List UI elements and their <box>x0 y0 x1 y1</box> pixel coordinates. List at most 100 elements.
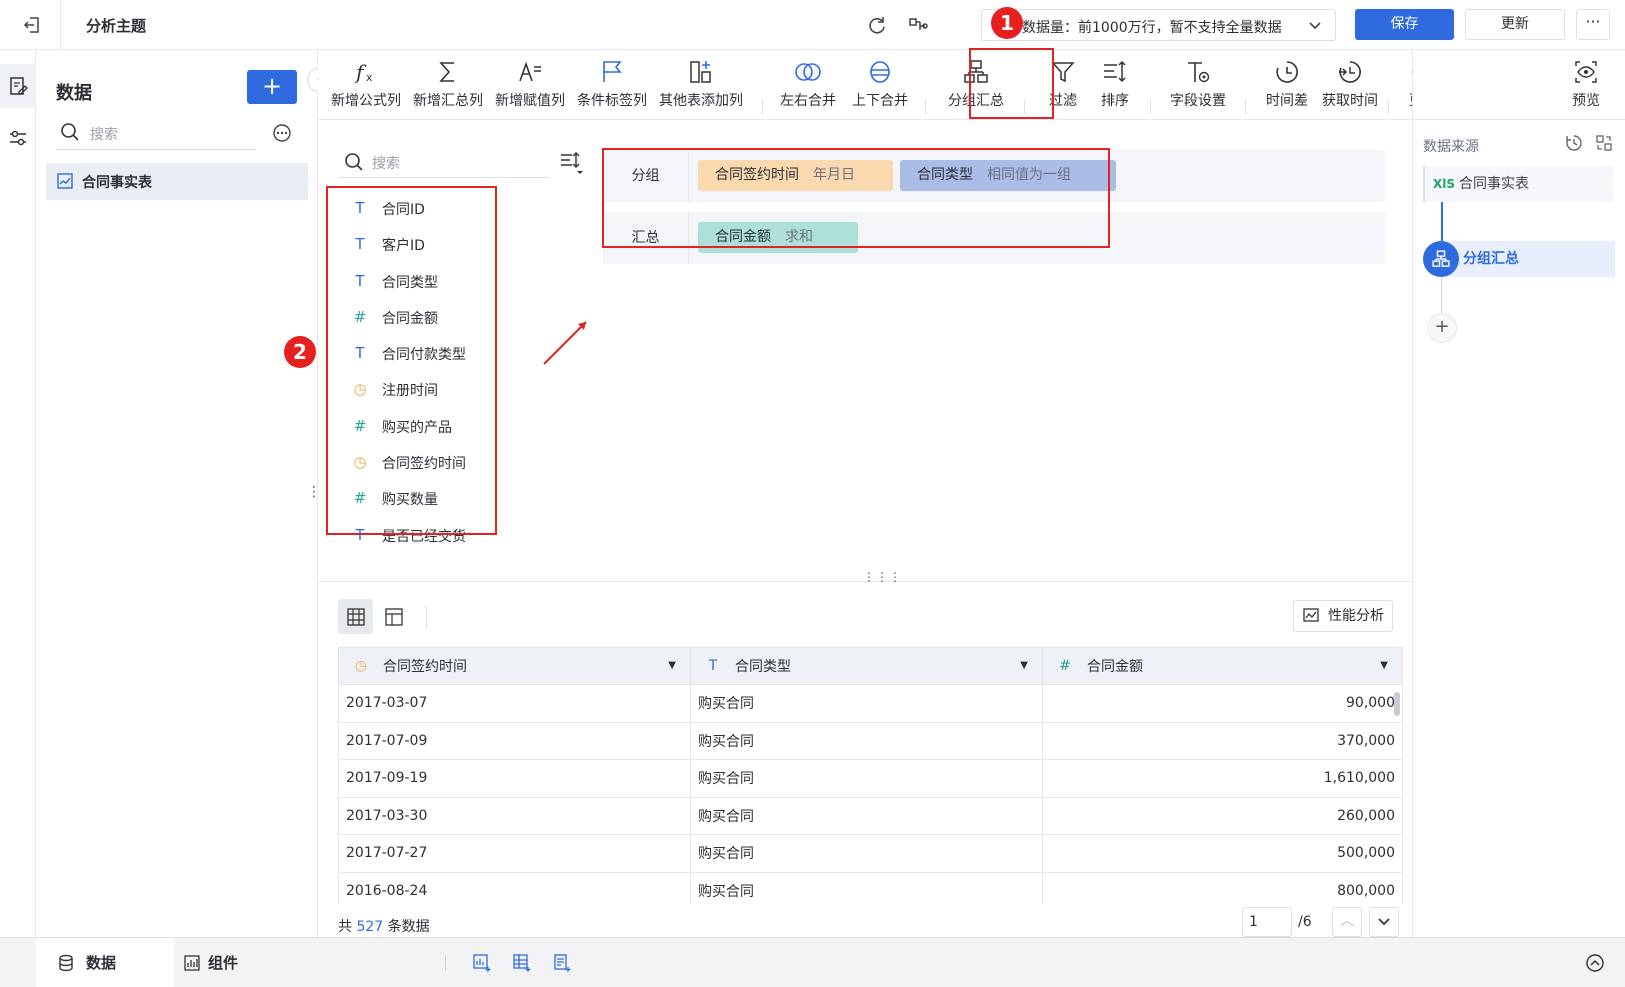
data-volume-select[interactable]: 数据量：前1000万行，暂不支持全量数据 <box>981 9 1336 41</box>
toolbar-label: 上下合并 <box>852 93 908 109</box>
toolbar-add-formula-column[interactable]: fx 新增公式列 <box>326 58 406 116</box>
step-group-summary-node[interactable]: 分组汇总 <box>1423 241 1615 277</box>
chart-icon <box>184 955 200 971</box>
toolbar-merge-up-down[interactable]: 上下合并 <box>845 58 915 116</box>
toolbar-condition-label-column[interactable]: 条件标签列 <box>572 58 652 116</box>
toolbar-sort[interactable]: 排序 <box>1087 58 1143 116</box>
tab-data[interactable]: 数据 <box>36 938 174 987</box>
cell: 260,000 <box>1042 796 1403 835</box>
toolbar-divider <box>1150 100 1151 114</box>
divider <box>60 0 61 50</box>
add-text-icon[interactable] <box>552 953 572 973</box>
field-search-input[interactable]: 搜索 <box>338 148 550 178</box>
step-connector <box>1441 277 1442 315</box>
step-source-label: 合同事实表 <box>1459 176 1529 192</box>
cell: 购买合同 <box>690 759 1043 798</box>
more-circle-icon[interactable] <box>272 123 292 143</box>
grid-header-row: ◷ 合同签约时间 ▼ T 合同类型 ▼ # 合同金额 ▼ <box>338 647 1403 685</box>
table-row: 2017-03-07 购买合同 90,000 <box>338 684 1403 723</box>
divider <box>445 955 446 971</box>
collapse-up-icon[interactable] <box>1585 953 1605 973</box>
page-up-button[interactable]: ︿ <box>1332 907 1362 937</box>
table-chart-icon <box>57 173 73 189</box>
table-row: 2017-09-19 购买合同 1,610,000 <box>338 759 1403 798</box>
flag-icon <box>603 61 622 82</box>
toolbar-divider <box>1388 100 1389 114</box>
settings-sliders-icon[interactable] <box>7 127 29 149</box>
chevron-up-icon: ︿ <box>1340 913 1354 929</box>
caret-down-icon[interactable]: ▼ <box>1020 660 1028 671</box>
grid-view-toggle[interactable] <box>338 599 373 634</box>
merge-lr-icon <box>795 63 821 81</box>
refresh-icon[interactable] <box>866 14 888 36</box>
save-button[interactable]: 保存 <box>1355 9 1454 40</box>
annotation-arrow <box>543 321 587 365</box>
cell: 2017-09-19 <box>338 759 691 798</box>
data-search-input[interactable]: 搜索 <box>56 118 256 150</box>
column-header[interactable]: # 合同金额 ▼ <box>1042 647 1403 685</box>
cell: 购买合同 <box>690 796 1043 835</box>
toolbar-label: 新增汇总列 <box>413 93 483 109</box>
tab-component[interactable]: 组件 <box>184 938 304 987</box>
caret-down-icon[interactable]: ▼ <box>1380 660 1388 671</box>
performance-analysis-button[interactable]: 性能分析 <box>1293 600 1393 632</box>
toolbar-add-column-from-table[interactable]: 其他表添加列 <box>654 58 748 116</box>
cell: 500,000 <box>1042 834 1403 873</box>
layout-switch-icon[interactable] <box>1595 134 1613 152</box>
add-table-icon[interactable] <box>512 953 532 973</box>
toolbar-add-assign-column[interactable]: 新增赋值列 <box>490 58 570 116</box>
more-menu-button[interactable]: ··· <box>1576 9 1610 40</box>
grid-icon <box>347 608 365 626</box>
toolbar-get-time[interactable]: 获取时间 <box>1318 58 1382 116</box>
performance-icon <box>1303 608 1319 622</box>
column-header[interactable]: T 合同类型 ▼ <box>690 647 1043 685</box>
resize-handle-horizontal[interactable]: ⋮⋮⋮ <box>863 570 902 584</box>
search-icon <box>61 123 79 141</box>
grid-scrollbar[interactable] <box>1394 692 1400 716</box>
toolbar-field-settings[interactable]: 字段设置 <box>1161 58 1235 116</box>
text-type-icon: T <box>708 658 718 674</box>
group-summary-icon <box>1432 250 1450 267</box>
row-count-number: 527 <box>356 919 384 935</box>
svg-text:x: x <box>366 71 373 84</box>
divider <box>426 606 427 628</box>
field-sort-icon[interactable] <box>558 150 586 178</box>
table-item-label: 合同事实表 <box>82 175 152 191</box>
main-editor: fx 新增公式列 新增汇总列 新增赋值列 条件标签列 其他表添加列 左右合并 上… <box>284 48 1437 937</box>
cell: 2017-07-09 <box>338 721 691 760</box>
toolbar-divider <box>1245 100 1246 114</box>
search-placeholder: 搜索 <box>90 127 118 143</box>
column-header[interactable]: ◷ 合同签约时间 ▼ <box>338 647 691 685</box>
toolbar-label: 预览 <box>1572 93 1600 109</box>
page-total: /6 <box>1298 914 1312 930</box>
toolbar-add-summary-column[interactable]: 新增汇总列 <box>408 58 488 116</box>
table-row: 2017-07-27 购买合同 500,000 <box>338 834 1403 873</box>
toolbar-label: 新增赋值列 <box>495 93 565 109</box>
toolbar-preview[interactable]: 预览 <box>1561 58 1611 116</box>
highlight-box-group-summary <box>969 48 1054 119</box>
page-down-button[interactable] <box>1369 907 1399 937</box>
toolbar-time-difference[interactable]: 时间差 <box>1256 58 1318 116</box>
formula-icon: fx <box>354 60 373 84</box>
add-data-button[interactable]: + <box>247 70 297 104</box>
annotation-badge-2: 2 <box>284 336 316 368</box>
lineage-icon[interactable] <box>907 14 929 36</box>
layout-view-toggle[interactable] <box>376 599 411 634</box>
step-source-node[interactable]: XlS 合同事实表 <box>1423 166 1613 202</box>
exit-icon[interactable] <box>22 15 42 35</box>
add-column-icon <box>690 61 711 83</box>
page-number-input[interactable]: 1 <box>1242 907 1292 937</box>
data-edit-icon[interactable] <box>7 75 29 97</box>
data-grid-container: ◷ 合同签约时间 ▼ T 合同类型 ▼ # 合同金额 ▼ 2017-03-07 购买合同 90,… <box>318 647 1412 904</box>
add-chart-icon[interactable] <box>472 953 492 973</box>
table-item-contract-fact[interactable]: 合同事实表 <box>46 163 308 200</box>
step-panel-header: 数据来源 <box>1423 139 1479 155</box>
caret-down-icon[interactable]: ▼ <box>668 660 676 671</box>
history-icon[interactable] <box>1565 134 1583 152</box>
toolbar-label: 其他表添加列 <box>659 93 743 109</box>
app-root: 分析主题 数据量：前1000万行，暂不支持全量数据 保存 更新 ··· 1 数据… <box>0 0 1625 987</box>
cell: 90,000 <box>1042 684 1403 723</box>
toolbar-merge-left-right[interactable]: 左右合并 <box>773 58 843 116</box>
add-step-button[interactable]: + <box>1427 313 1457 343</box>
update-button[interactable]: 更新 <box>1465 9 1565 40</box>
